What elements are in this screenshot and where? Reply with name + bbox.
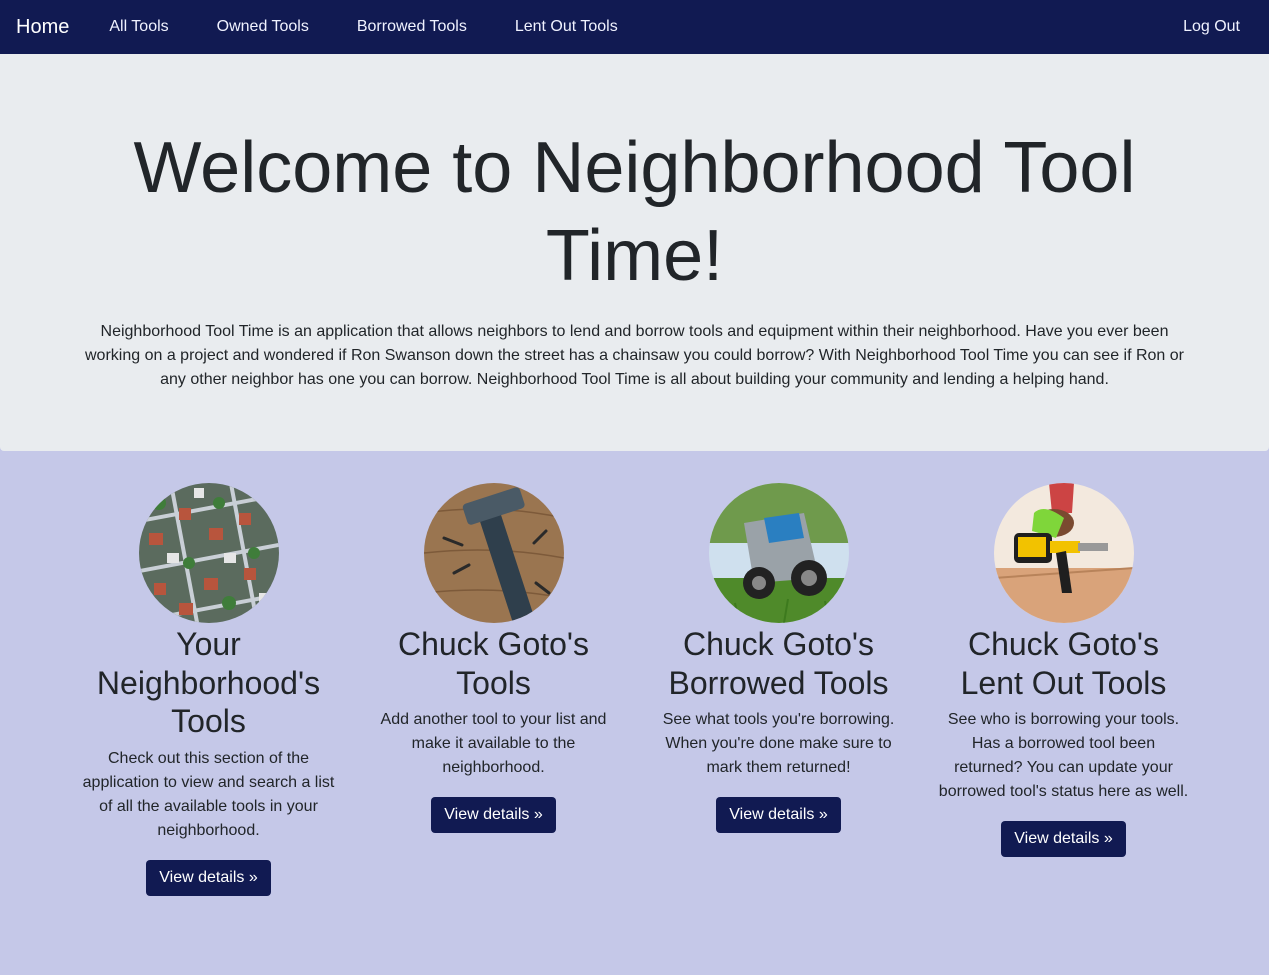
feature-description: Add another tool to your list and make i… (380, 711, 607, 776)
feature-description: See who is borrowing your tools. Has a b… (938, 711, 1189, 800)
navbar: Home All Tools Owned Tools Borrowed Tool… (0, 0, 1269, 54)
view-details-button[interactable]: View details » (1001, 821, 1126, 857)
nav-owned-tools-link[interactable]: Owned Tools (217, 18, 309, 36)
feature-description: Check out this section of the applicatio… (82, 749, 335, 839)
view-details-button[interactable]: View details » (146, 859, 271, 896)
feature-title: Your Neighborhood's Tools (96, 626, 321, 739)
nav-lent-out-tools-link[interactable]: Lent Out Tools (515, 18, 618, 36)
intro-text: Neighborhood Tool Time is an application… (85, 323, 1184, 388)
nav-borrowed-tools-link[interactable]: Borrowed Tools (357, 18, 467, 36)
power-drill-image (993, 483, 1134, 623)
log-out-link[interactable]: Log Out (1183, 18, 1240, 36)
hammer-image (423, 483, 564, 623)
nav-home-link[interactable]: Home (16, 16, 69, 39)
feature-owned-tools: Chuck Goto's Tools Add another tool to y… (351, 483, 636, 896)
page-title: Welcome to Neighborhood Tool Time! (133, 128, 1136, 296)
feature-description: See what tools you're borrowing. When yo… (662, 711, 895, 776)
view-details-button[interactable]: View details » (716, 797, 841, 833)
feature-lent-out-tools: Chuck Goto's Lent Out Tools See who is b… (921, 483, 1206, 896)
feature-neighborhood-tools: Your Neighborhood's Tools Check out this… (66, 483, 351, 896)
feature-title: Chuck Goto's Tools (397, 626, 590, 701)
feature-title: Chuck Goto's Lent Out Tools (960, 626, 1167, 701)
jumbotron: Welcome to Neighborhood Tool Time! Neigh… (0, 54, 1269, 451)
feature-title: Chuck Goto's Borrowed Tools (668, 626, 889, 701)
lawn-mower-image (708, 483, 849, 623)
view-details-button[interactable]: View details » (431, 797, 556, 833)
features-row: Your Neighborhood's Tools Check out this… (0, 451, 1269, 896)
neighborhood-aerial-image (138, 483, 279, 623)
nav-all-tools-link[interactable]: All Tools (109, 18, 168, 36)
feature-borrowed-tools: Chuck Goto's Borrowed Tools See what too… (636, 483, 921, 896)
